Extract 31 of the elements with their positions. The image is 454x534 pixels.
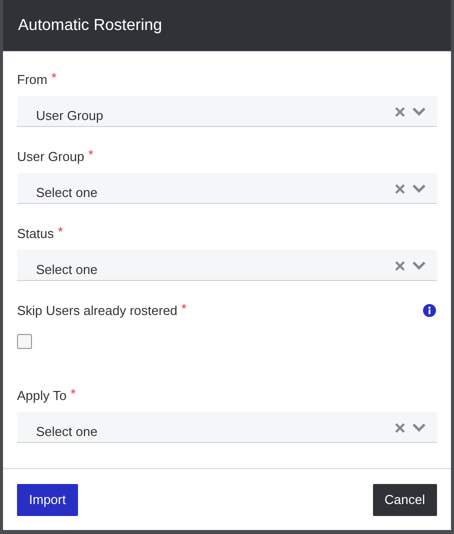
select-field[interactable]: Select one <box>17 173 437 204</box>
chevron-down-icon[interactable] <box>412 261 426 270</box>
clear-icon[interactable] <box>395 423 405 433</box>
field-label: User Group <box>17 148 84 165</box>
required-mark: * <box>88 148 94 162</box>
required-mark: * <box>70 387 76 401</box>
field-label: Apply To <box>17 387 67 404</box>
select-field[interactable]: User Group <box>17 96 437 127</box>
clear-icon[interactable] <box>395 184 405 194</box>
select-field[interactable]: Select one <box>17 412 437 443</box>
cancel-button[interactable]: Cancel <box>372 484 437 516</box>
select-field[interactable]: Select one <box>17 250 437 281</box>
chevron-down-icon[interactable] <box>412 184 426 193</box>
info-icon[interactable] <box>423 304 436 317</box>
required-mark: * <box>58 225 63 239</box>
field-label: From <box>17 71 48 88</box>
field-label: Skip Users already rostered <box>17 302 178 319</box>
select-placeholder: Select one <box>36 262 98 277</box>
dialog-title: Automatic Rostering <box>18 16 162 34</box>
required-mark: * <box>181 302 186 316</box>
select-placeholder: Select one <box>36 424 98 439</box>
chevron-down-icon[interactable] <box>412 423 426 432</box>
field-label: Status <box>17 225 54 242</box>
chevron-down-icon[interactable] <box>412 107 426 116</box>
clear-icon[interactable] <box>395 107 405 117</box>
select-value: User Group <box>36 108 104 123</box>
select-placeholder: Select one <box>36 185 98 200</box>
clear-icon[interactable] <box>395 261 405 271</box>
required-mark: * <box>51 71 56 85</box>
checkbox[interactable] <box>17 334 32 349</box>
import-button[interactable]: Import <box>17 484 78 516</box>
